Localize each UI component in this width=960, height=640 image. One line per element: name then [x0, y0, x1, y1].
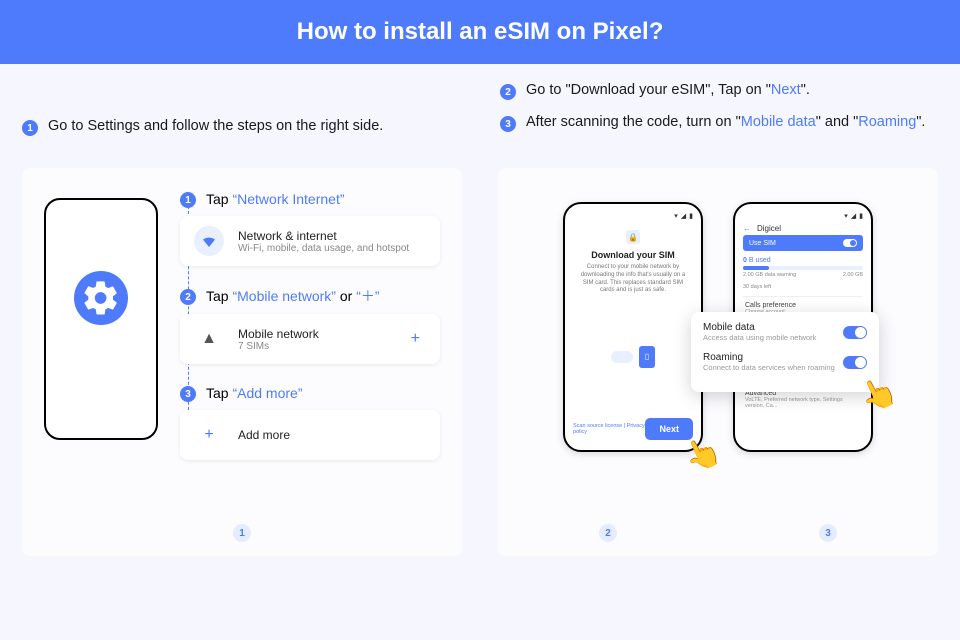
next-link: Next — [771, 82, 801, 98]
instruction-2: 2 Go to "Download your eSIM", Tap on "Ne… — [500, 82, 938, 100]
mobile-data-row[interactable]: Mobile dataAccess data using mobile netw… — [703, 322, 867, 342]
step-3-bullet: 3 — [180, 386, 196, 402]
status-bar: ▾◢▮ — [573, 212, 693, 220]
badge-2: 2 — [599, 524, 617, 542]
next-button[interactable]: Next — [645, 418, 693, 440]
card-1-footer: 1 — [22, 524, 462, 542]
download-sim-body: Connect to your mobile network by downlo… — [573, 264, 693, 295]
tile-title: Network & internet — [238, 229, 426, 243]
page-title: How to install an eSIM on Pixel? — [297, 18, 664, 46]
instruction-1: 1 Go to Settings and follow the steps on… — [22, 118, 383, 136]
tile-network-internet[interactable]: Network & internet Wi-Fi, mobile, data u… — [180, 216, 440, 266]
steps-column: 1 Tap “Network Internet” Network & inter… — [180, 190, 440, 490]
instruction-3: 3 After scanning the code, turn on "Mobi… — [500, 114, 938, 132]
privacy-link[interactable]: Scan source license | Privacy policy — [573, 423, 645, 435]
step-1-bullet: 1 — [180, 192, 196, 208]
battery-icon: ▮ — [689, 212, 693, 220]
step-1: 1 Tap “Network Internet” Network & inter… — [180, 190, 440, 266]
step-2-bullet: 2 — [180, 289, 196, 305]
card-phone-mocks: ▾◢▮ 🔒 Download your SIM Connect to your … — [498, 168, 938, 556]
cloud-icon — [611, 351, 633, 363]
gear-icon — [74, 271, 128, 325]
bullet-3: 3 — [500, 116, 516, 132]
plus-icon: + — [194, 420, 224, 450]
bullet-2: 2 — [500, 84, 516, 100]
settings-phone-mock: Settings — [44, 198, 158, 440]
status-bar: ▾◢▮ — [743, 212, 863, 220]
page-body: 1 Go to Settings and follow the steps on… — [0, 64, 960, 640]
roaming-row[interactable]: RoamingConnect to data services when roa… — [703, 352, 867, 372]
step-3: 3 Tap “Add more” + Add more — [180, 384, 440, 460]
wifi-icon: ▾ — [844, 212, 848, 220]
mobile-data-link: Mobile data — [741, 114, 816, 130]
instructions: 1 Go to Settings and follow the steps on… — [22, 82, 938, 150]
phone-download-sim: ▾◢▮ 🔒 Download your SIM Connect to your … — [563, 202, 703, 452]
toggle-overlay: Mobile dataAccess data using mobile netw… — [691, 312, 879, 392]
tile-title: Mobile network — [238, 327, 391, 341]
battery-icon: ▮ — [859, 212, 863, 220]
bullet-1: 1 — [22, 120, 38, 136]
cards-row: Settings 1 Tap “Network Internet” — [22, 168, 938, 556]
back-icon[interactable]: ← — [743, 224, 751, 233]
tile-subtitle: Wi-Fi, mobile, data usage, and hotspot — [238, 243, 426, 254]
roaming-link: Roaming — [858, 114, 916, 130]
roaming-toggle[interactable] — [843, 356, 867, 369]
download-illustration: ▯ — [573, 295, 693, 418]
card-settings-steps: Settings 1 Tap “Network Internet” — [22, 168, 462, 556]
lock-icon: 🔒 — [626, 230, 640, 244]
signal-icon: ◢ — [851, 212, 856, 220]
wifi-icon: ▾ — [674, 212, 678, 220]
tile-add-more[interactable]: + Add more — [180, 410, 440, 460]
signal-icon: ▲ — [194, 324, 224, 354]
use-sim-row[interactable]: Use SIM — [743, 235, 863, 251]
sim-icon: ▯ — [639, 346, 655, 368]
badge-3: 3 — [819, 524, 837, 542]
settings-label: Settings — [65, 347, 136, 368]
instruction-1-text: Go to Settings and follow the steps on t… — [48, 118, 383, 134]
card-2-footer: 2 3 — [498, 524, 938, 542]
carrier-name: Digicel — [757, 224, 781, 233]
wifi-icon — [194, 226, 224, 256]
tile-subtitle: 7 SIMs — [238, 341, 391, 352]
instruction-2-text: Go to "Download your eSIM", Tap on "Next… — [526, 82, 810, 98]
signal-icon: ◢ — [681, 212, 686, 220]
badge-1: 1 — [233, 524, 251, 542]
instruction-3-text: After scanning the code, turn on "Mobile… — [526, 114, 925, 130]
use-sim-toggle[interactable] — [843, 239, 857, 247]
tile-title: Add more — [238, 428, 426, 442]
mobile-data-toggle[interactable] — [843, 326, 867, 339]
step-2: 2 Tap “Mobile network” or “＋” ▲ Mobile n… — [180, 286, 440, 364]
download-sim-title: Download your SIM — [573, 250, 693, 260]
tile-mobile-network[interactable]: ▲ Mobile network 7 SIMs + — [180, 314, 440, 364]
phone-sim-settings: ▾◢▮ ←Digicel Use SIM 0 B used 2.00 GB da… — [733, 202, 873, 452]
page-banner: How to install an eSIM on Pixel? — [0, 0, 960, 64]
plus-icon[interactable]: + — [405, 330, 426, 348]
data-meter — [743, 266, 863, 270]
